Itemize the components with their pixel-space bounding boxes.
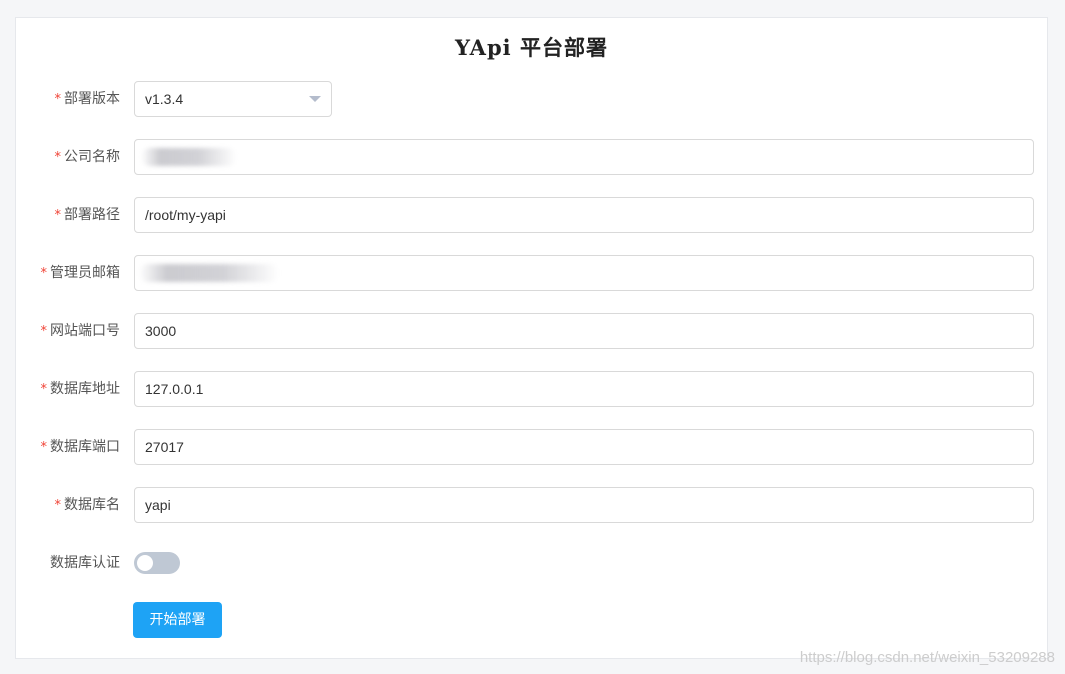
form-row-db-host: * 数据库地址 127.0.0.1 [16, 371, 1047, 407]
db-host-label: * 数据库地址 [41, 371, 121, 407]
form-row-db-auth: 数据库认证 [16, 545, 1047, 581]
version-select[interactable]: v1.3.4 [134, 81, 332, 117]
toggle-knob [137, 555, 153, 571]
watermark: https://blog.csdn.net/weixin_53209288 [799, 649, 1055, 666]
redacted-text [141, 148, 237, 166]
version-label-text: 部署版本 [64, 91, 120, 107]
form-row-company: * 公司名称 [16, 139, 1047, 175]
site-port-value: 3000 [145, 323, 177, 339]
version-select-value: v1.3.4 [145, 91, 184, 107]
site-port-label: * 网站端口号 [41, 313, 121, 349]
db-host-input[interactable]: 127.0.0.1 [134, 371, 1034, 407]
admin-email-input[interactable] [134, 255, 1034, 291]
path-label-text: 部署路径 [64, 207, 120, 223]
deploy-panel: YApi 平台部署 * 部署版本 v1.3.4 * 公司名称 * 部署路径 /root… [15, 17, 1048, 659]
db-name-input[interactable]: yapi [134, 487, 1034, 523]
deploy-path-value: /root/my-yapi [145, 207, 226, 223]
required-mark: * [54, 92, 62, 107]
required-mark: * [40, 324, 48, 339]
required-mark: * [40, 266, 48, 281]
db-host-value: 127.0.0.1 [145, 381, 204, 397]
deploy-path-input[interactable]: /root/my-yapi [134, 197, 1034, 233]
form-row-version: * 部署版本 v1.3.4 [16, 81, 1047, 117]
db-port-input[interactable]: 27017 [134, 429, 1034, 465]
required-mark: * [54, 208, 62, 223]
version-label: * 部署版本 [55, 81, 121, 117]
required-mark: * [40, 440, 48, 455]
form-row-admin-email: * 管理员邮箱 [16, 255, 1047, 291]
db-auth-label: 数据库认证 [50, 555, 120, 571]
redacted-text [139, 264, 279, 282]
site-port-input[interactable]: 3000 [134, 313, 1034, 349]
db-auth-toggle[interactable] [134, 552, 180, 574]
db-port-label-text: 数据库端口 [50, 439, 120, 455]
site-port-label-text: 网站端口号 [50, 323, 120, 339]
db-name-label: * 数据库名 [55, 487, 121, 523]
chevron-down-icon [309, 96, 321, 102]
path-label: * 部署路径 [55, 197, 121, 233]
db-host-label-text: 数据库地址 [50, 381, 120, 397]
db-name-label-text: 数据库名 [64, 497, 120, 513]
db-name-value: yapi [145, 497, 171, 513]
db-port-label: * 数据库端口 [41, 429, 121, 465]
start-deploy-button[interactable]: 开始部署 [133, 602, 222, 638]
required-mark: * [54, 150, 62, 165]
admin-email-label-text: 管理员邮箱 [50, 265, 120, 281]
company-label: * 公司名称 [55, 139, 121, 175]
required-mark: * [40, 382, 48, 397]
company-name-input[interactable] [134, 139, 1034, 175]
form-row-db-name: * 数据库名 yapi [16, 487, 1047, 523]
page-title: YApi 平台部署 [455, 35, 608, 60]
form-row-db-port: * 数据库端口 27017 [16, 429, 1047, 465]
company-label-text: 公司名称 [64, 149, 120, 165]
form-row-path: * 部署路径 /root/my-yapi [16, 197, 1047, 233]
form-row-site-port: * 网站端口号 3000 [16, 313, 1047, 349]
admin-email-label: * 管理员邮箱 [41, 255, 121, 291]
db-port-value: 27017 [145, 439, 184, 455]
required-mark: * [54, 498, 62, 513]
